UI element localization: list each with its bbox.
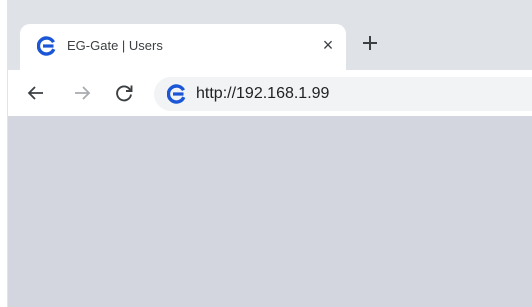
forward-arrow-icon[interactable] — [70, 81, 94, 105]
address-bar[interactable]: http://192.168.1.99 — [154, 77, 532, 111]
browser-toolbar: http://192.168.1.99 — [8, 70, 532, 116]
browser-window: EG-Gate | Users × http://192.168.1.99 — [0, 0, 532, 307]
reload-icon[interactable] — [112, 81, 136, 105]
tab-eg-gate-users[interactable]: EG-Gate | Users × — [20, 24, 346, 70]
tab-strip: EG-Gate | Users × — [8, 0, 532, 70]
tab-close-icon[interactable]: × — [318, 35, 338, 55]
new-tab-plus-icon[interactable] — [358, 31, 382, 55]
url-text[interactable]: http://192.168.1.99 — [196, 85, 329, 103]
page-content-area[interactable] — [8, 116, 532, 307]
tab-title: EG-Gate | Users — [67, 38, 163, 53]
eg-gate-logo-icon — [36, 36, 57, 56]
site-logo-icon[interactable] — [166, 84, 187, 104]
window-left-edge — [0, 0, 8, 307]
back-arrow-icon[interactable] — [24, 81, 48, 105]
